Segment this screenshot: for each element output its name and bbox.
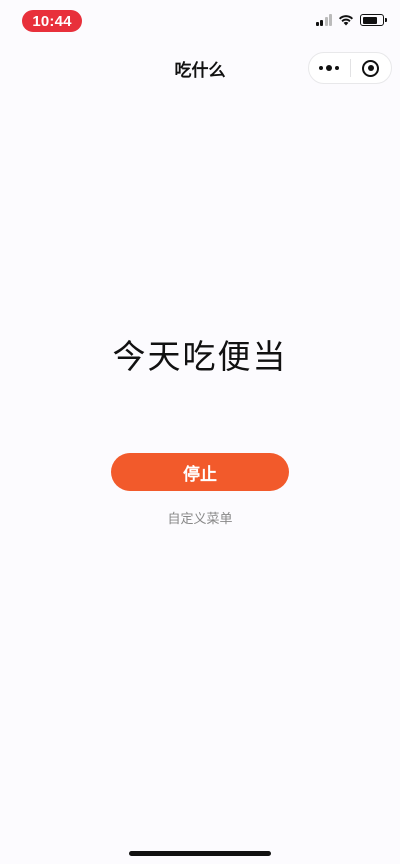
result-text: 今天吃便当: [112, 337, 288, 376]
close-mini-program-button[interactable]: [351, 53, 392, 83]
target-circle-icon: [362, 59, 380, 77]
status-icons: [315, 14, 387, 26]
home-indicator: [129, 851, 271, 856]
status-bar: 10:44: [0, 0, 400, 44]
battery-icon: [360, 14, 387, 26]
stop-button[interactable]: 停止: [111, 453, 289, 491]
wifi-icon: [339, 15, 353, 26]
more-button[interactable]: [309, 53, 350, 83]
more-dots-icon: [319, 65, 340, 71]
cellular-signal-icon: [315, 14, 332, 26]
mini-program-capsule: [308, 52, 392, 84]
status-time: 10:44: [22, 10, 82, 32]
custom-menu-link[interactable]: 自定义菜单: [0, 508, 400, 527]
